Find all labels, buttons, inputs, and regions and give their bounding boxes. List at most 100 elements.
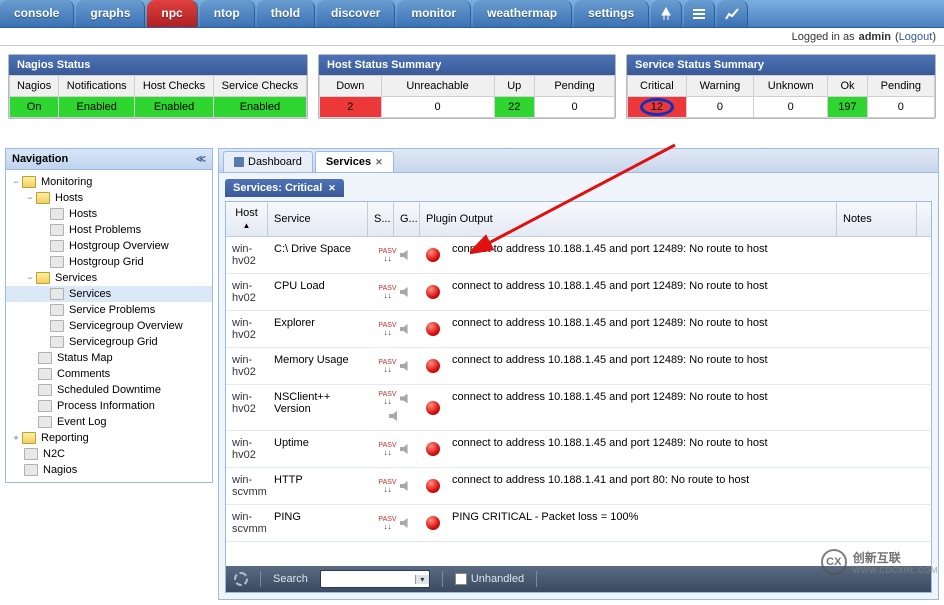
service-value-pending[interactable]: 0: [867, 97, 934, 118]
cell-service: CPU Load: [268, 280, 368, 304]
host-value-pending[interactable]: 0: [535, 97, 615, 118]
checkbox-icon[interactable]: [455, 573, 467, 585]
cell-status-icons: PASV↓↓: [368, 437, 420, 461]
tree-hosts-leaf[interactable]: Hosts: [6, 206, 212, 222]
col-label: Host: [235, 208, 258, 219]
sub-tab-label: Services: Critical: [233, 182, 322, 194]
tab-list-icon[interactable]: [684, 0, 715, 27]
tab-settings[interactable]: settings: [574, 0, 649, 27]
tab-weathermap[interactable]: weathermap: [473, 0, 572, 27]
leaf-icon: [38, 400, 52, 412]
navigation-panel: Navigation ≪ −Monitoring −Hosts Hosts Ho…: [5, 148, 213, 483]
separator: [442, 571, 443, 587]
critical-ball-icon: [426, 442, 440, 456]
nagios-status-panel: Nagios Status Nagios Notifications Host …: [8, 54, 308, 119]
tab-monitor[interactable]: monitor: [397, 0, 471, 27]
col-header-s[interactable]: S...: [368, 202, 394, 236]
folder-open-icon: [36, 192, 50, 204]
tab-chart-icon[interactable]: [717, 0, 748, 27]
tree-scheduled-downtime[interactable]: Scheduled Downtime: [6, 382, 212, 398]
gear-icon[interactable]: [234, 572, 248, 586]
tree-comments[interactable]: Comments: [6, 366, 212, 382]
tab-ntop[interactable]: ntop: [200, 0, 255, 27]
critical-ball-icon: [426, 322, 440, 336]
login-user: admin: [859, 31, 891, 43]
dropdown-icon[interactable]: ▾: [415, 575, 429, 584]
host-status-panel: Host Status Summary Down Unreachable Up …: [318, 54, 616, 119]
collapse-icon[interactable]: ≪: [196, 154, 206, 165]
host-value-up[interactable]: 22: [494, 97, 535, 118]
table-row[interactable]: win-hv02C:\ Drive SpacePASV↓↓connect to …: [226, 237, 931, 274]
tab-graphs[interactable]: graphs: [76, 0, 145, 27]
tree-servicegroup-grid[interactable]: Servicegroup Grid: [6, 334, 212, 350]
leaf-icon: [50, 336, 64, 348]
tab-tree-icon[interactable]: [651, 0, 682, 27]
nagios-header-nagios: Nagios: [10, 76, 59, 97]
main-tab-dashboard[interactable]: Dashboard: [223, 151, 313, 172]
main-area: Dashboard Services✕ Services: Critical✕ …: [218, 148, 939, 600]
cell-plugin-output: connect to address 10.188.1.45 and port …: [446, 391, 837, 424]
tree-toggle-icon[interactable]: −: [10, 177, 22, 187]
tree-servicegroup-overview[interactable]: Servicegroup Overview: [6, 318, 212, 334]
host-value-down[interactable]: 2: [320, 97, 382, 118]
table-row[interactable]: win-hv02UptimePASV↓↓connect to address 1…: [226, 431, 931, 468]
sub-tab-services-critical[interactable]: Services: Critical ✕: [225, 179, 344, 197]
pasv-icon: PASV↓↓: [378, 322, 396, 337]
close-icon[interactable]: ✕: [375, 157, 383, 168]
search-input-wrapper[interactable]: ▾: [320, 570, 430, 588]
tree-services[interactable]: −Services: [6, 270, 212, 286]
tab-thold[interactable]: thold: [257, 0, 315, 27]
grid-body[interactable]: win-hv02C:\ Drive SpacePASV↓↓connect to …: [226, 237, 931, 566]
tree-hosts[interactable]: −Hosts: [6, 190, 212, 206]
col-header-host[interactable]: Host ▲: [226, 202, 268, 236]
tree-toggle-icon[interactable]: −: [24, 193, 36, 203]
table-row[interactable]: win-hv02ExplorerPASV↓↓connect to address…: [226, 311, 931, 348]
cell-state-ball: [420, 511, 446, 535]
main-tab-services[interactable]: Services✕: [315, 151, 394, 172]
tree-services-leaf[interactable]: Services: [6, 286, 212, 302]
service-value-warning[interactable]: 0: [686, 97, 753, 118]
table-row[interactable]: win-scvmmHTTPPASV↓↓connect to address 10…: [226, 468, 931, 505]
tab-discover[interactable]: discover: [317, 0, 395, 27]
service-value-unknown[interactable]: 0: [754, 97, 828, 118]
tree-n2c[interactable]: N2C: [6, 446, 212, 462]
tab-npc[interactable]: npc: [147, 0, 197, 27]
tab-console[interactable]: console: [0, 0, 74, 27]
pasv-icon: PASV↓↓: [378, 359, 396, 374]
tree-service-problems[interactable]: Service Problems: [6, 302, 212, 318]
close-icon[interactable]: ✕: [328, 183, 336, 194]
cell-status-icons: PASV↓↓: [368, 243, 420, 267]
cell-scroll-spacer: [917, 511, 931, 535]
unhandled-toggle[interactable]: Unhandled: [455, 573, 524, 585]
nagios-value-notifications: Enabled: [59, 97, 135, 118]
col-header-service[interactable]: Service: [268, 202, 368, 236]
service-value-ok[interactable]: 197: [828, 97, 867, 118]
tree-status-map[interactable]: Status Map: [6, 350, 212, 366]
col-header-plugin[interactable]: Plugin Output: [420, 202, 837, 236]
col-header-g[interactable]: G...: [394, 202, 420, 236]
tree-nagios[interactable]: Nagios: [6, 462, 212, 478]
tree-toggle-icon[interactable]: −: [24, 273, 36, 283]
folder-open-icon: [22, 176, 36, 188]
service-value-critical[interactable]: 12: [628, 97, 687, 118]
sort-asc-icon: ▲: [243, 222, 251, 230]
table-row[interactable]: win-scvmmPINGPASV↓↓PING CRITICAL - Packe…: [226, 505, 931, 542]
logout-link[interactable]: Logout: [899, 31, 933, 43]
table-row[interactable]: win-hv02NSClient++ VersionPASV↓↓connect …: [226, 385, 931, 431]
tree-hostgroup-grid[interactable]: Hostgroup Grid: [6, 254, 212, 270]
cell-scroll-spacer: [917, 317, 931, 341]
service-header-ok: Ok: [828, 76, 867, 97]
tree-hostgroup-overview[interactable]: Hostgroup Overview: [6, 238, 212, 254]
tree-reporting[interactable]: +Reporting: [6, 430, 212, 446]
tree-toggle-icon[interactable]: +: [10, 433, 22, 443]
tree-event-log[interactable]: Event Log: [6, 414, 212, 430]
table-row[interactable]: win-hv02CPU LoadPASV↓↓connect to address…: [226, 274, 931, 311]
tree-monitoring[interactable]: −Monitoring: [6, 174, 212, 190]
leaf-icon: [38, 384, 52, 396]
tree-process-information[interactable]: Process Information: [6, 398, 212, 414]
tree-host-problems[interactable]: Host Problems: [6, 222, 212, 238]
col-header-notes[interactable]: Notes: [837, 202, 917, 236]
host-value-unreachable[interactable]: 0: [381, 97, 494, 118]
table-row[interactable]: win-hv02Memory UsagePASV↓↓connect to add…: [226, 348, 931, 385]
folder-open-icon: [36, 272, 50, 284]
